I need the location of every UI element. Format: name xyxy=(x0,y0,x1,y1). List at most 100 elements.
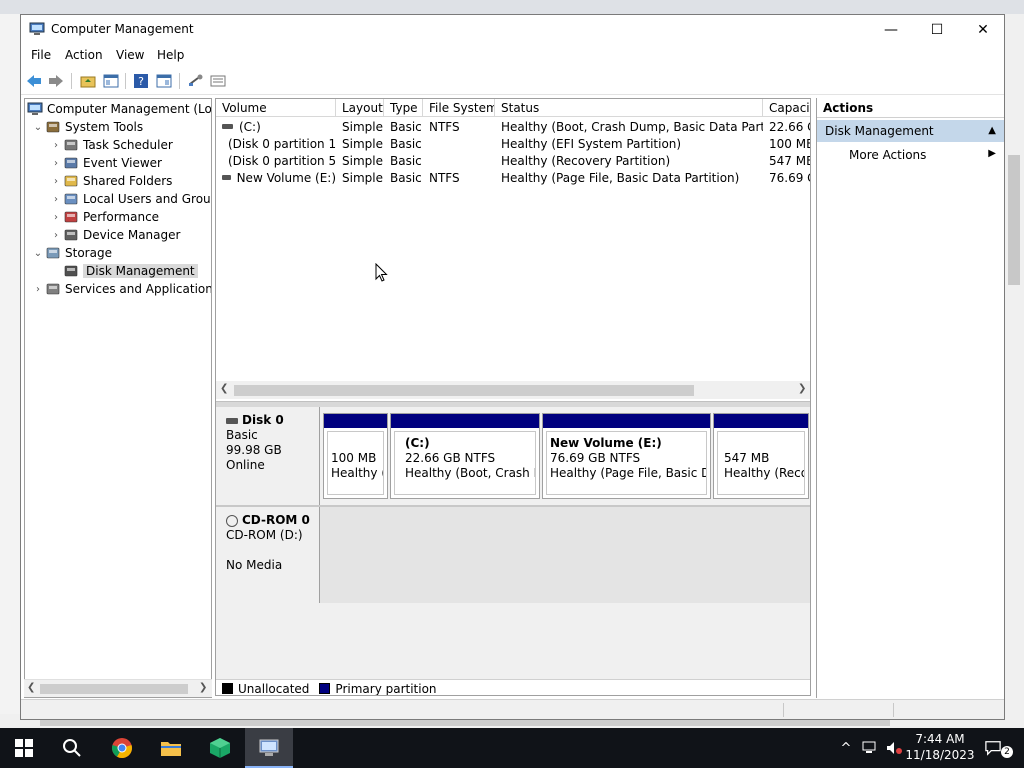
disk-management-pane: Volume Layout Type File System Status Ca… xyxy=(215,98,811,696)
background-scrollbar-thumb[interactable] xyxy=(1008,155,1020,285)
tree-item-event-viewer[interactable]: › Event Viewer xyxy=(49,154,162,172)
search-button[interactable] xyxy=(48,728,96,768)
volume-list-header: Volume Layout Type File System Status Ca… xyxy=(216,99,810,117)
tree-item-local-users-and-groups[interactable]: › Local Users and Groups xyxy=(49,190,211,208)
more-actions-item[interactable]: More Actions ▶ xyxy=(817,146,1004,166)
column-status[interactable]: Status xyxy=(495,99,763,117)
tree-item-label: Services and Applications xyxy=(65,282,212,296)
menu-view[interactable]: View xyxy=(116,48,144,62)
expand-chevron-icon[interactable]: › xyxy=(49,140,63,151)
volume-cell-volume: (C:) xyxy=(216,118,336,135)
expand-chevron-icon[interactable]: › xyxy=(31,284,45,295)
chrome-taskbar-button[interactable] xyxy=(98,728,146,768)
partition-c[interactable]: (C:) 22.66 GB NTFS Healthy (Boot, Crash … xyxy=(390,413,540,499)
cdrom-0-label[interactable]: CD-ROM 0 CD-ROM (D:) No Media xyxy=(216,507,320,603)
connect-button[interactable] xyxy=(187,72,205,90)
expand-chevron-icon[interactable]: › xyxy=(49,230,63,241)
menu-action[interactable]: Action xyxy=(65,48,103,62)
tree-horizontal-scrollbar[interactable]: ❮ ❯ xyxy=(24,679,212,697)
collapse-chevron-icon[interactable]: ⌄ xyxy=(31,248,45,259)
volume-row[interactable]: (Disk 0 partition 5) Simple Basic Healthy (… xyxy=(216,152,810,169)
tree-item-services-and-applications[interactable]: › Services and Applications xyxy=(31,280,212,298)
status-separator xyxy=(893,703,894,717)
column-file-system[interactable]: File System xyxy=(423,99,495,117)
tree-item-performance[interactable]: › Performance xyxy=(49,208,159,226)
console-tree: Computer Management (Local ⌄ System Tools… xyxy=(24,98,212,698)
scroll-left-icon[interactable]: ❮ xyxy=(27,682,35,693)
scroll-left-icon[interactable]: ❮ xyxy=(220,383,228,394)
expand-chevron-icon[interactable]: › xyxy=(49,212,63,223)
volume-list-horizontal-scrollbar[interactable]: ❮ ❯ xyxy=(216,381,810,399)
partition-info: 547 MB Healthy (Recov xyxy=(717,431,805,495)
back-button[interactable] xyxy=(25,72,43,90)
partition-recovery[interactable]: 547 MB Healthy (Recov xyxy=(713,413,809,499)
computer-management-icon xyxy=(29,21,45,37)
volume-cell-capacity: 100 MB xyxy=(763,135,810,152)
computer-management-taskbar-button[interactable] xyxy=(245,728,293,768)
tree-item-system-tools[interactable]: ⌄ System Tools xyxy=(31,118,143,136)
volume-row[interactable]: (Disk 0 partition 1) Simple Basic Healthy (… xyxy=(216,135,810,152)
app-cube-taskbar-button[interactable] xyxy=(196,728,244,768)
disk-0-label[interactable]: Disk 0 Basic 99.98 GB Online xyxy=(216,407,320,505)
expand-chevron-icon[interactable]: › xyxy=(49,194,63,205)
up-folder-button[interactable] xyxy=(79,72,97,90)
forward-button[interactable] xyxy=(47,72,65,90)
close-button[interactable]: ✕ xyxy=(960,15,1006,45)
tree-item-task-scheduler[interactable]: › Task Scheduler xyxy=(49,136,173,154)
actions-section-disk-management[interactable]: Disk Management ▲ xyxy=(817,120,1004,142)
column-capacity[interactable]: Capacit xyxy=(763,99,810,117)
scroll-right-icon[interactable]: ❯ xyxy=(798,383,806,394)
tools-icon xyxy=(45,119,61,135)
file-explorer-taskbar-button[interactable] xyxy=(147,728,195,768)
volume-cell-file-system: NTFS xyxy=(423,169,495,186)
primary-partition-swatch xyxy=(319,683,331,694)
volume-cell-layout: Simple xyxy=(336,118,384,135)
menu-help[interactable]: Help xyxy=(157,48,184,62)
notification-center-icon[interactable] xyxy=(985,740,1001,756)
title-bar[interactable]: Computer Management — ☐ ✕ xyxy=(21,15,1004,45)
tree-item-device-manager[interactable]: › Device Manager xyxy=(49,226,180,244)
network-icon[interactable] xyxy=(862,740,878,756)
column-volume[interactable]: Volume xyxy=(216,99,336,117)
system-clock[interactable]: 7:44 AM 11/18/2023 xyxy=(905,731,975,763)
column-type[interactable]: Type xyxy=(384,99,423,117)
disk-name: Disk 0 xyxy=(242,413,284,427)
volume-row[interactable]: (C:) Simple Basic NTFS Healthy (Boot, Crash … xyxy=(216,118,810,135)
start-button[interactable] xyxy=(0,728,48,768)
disk-state: No Media xyxy=(226,558,283,572)
expand-chevron-icon[interactable]: › xyxy=(49,176,63,187)
volume-row[interactable]: New Volume (E:) Simple Basic NTFS Healthy (P… xyxy=(216,169,810,186)
shared-folder-icon xyxy=(63,173,79,189)
tree-item-disk-management[interactable]: Disk Management xyxy=(49,262,198,280)
volume-list-scroll-thumb[interactable] xyxy=(234,385,694,396)
volume-cell-text: NTFS xyxy=(429,170,460,185)
partition-efi[interactable]: 100 MB Healthy (E xyxy=(323,413,388,499)
volume-muted-icon[interactable] xyxy=(886,740,902,756)
action-pane-icon xyxy=(156,74,172,88)
show-hide-action-pane-button[interactable] xyxy=(155,72,173,90)
more-actions-label: More Actions xyxy=(849,148,927,162)
show-hidden-icons-chevron-icon[interactable]: ^ xyxy=(838,740,854,756)
tree-scroll-thumb[interactable] xyxy=(40,684,188,694)
minimize-button[interactable]: — xyxy=(868,15,914,45)
collapse-arrow-icon[interactable]: ▲ xyxy=(988,125,996,136)
properties-button[interactable] xyxy=(209,72,227,90)
show-hide-console-tree-button[interactable] xyxy=(102,72,120,90)
collapse-chevron-icon[interactable]: ⌄ xyxy=(31,122,45,133)
legend: Unallocated Primary partition xyxy=(216,679,810,695)
tree-item-computer-management[interactable]: Computer Management (Local xyxy=(27,100,211,118)
maximize-button[interactable]: ☐ xyxy=(914,15,960,45)
tree-item-shared-folders[interactable]: › Shared Folders xyxy=(49,172,172,190)
partition-e[interactable]: New Volume (E:) 76.69 GB NTFS Healthy (P… xyxy=(542,413,711,499)
help-button[interactable]: ? xyxy=(132,72,150,90)
status-separator xyxy=(783,703,784,717)
partition-info: New Volume (E:) 76.69 GB NTFS Healthy (P… xyxy=(546,431,707,495)
tree-item-storage[interactable]: ⌄ Storage xyxy=(31,244,112,262)
volume-cell-status: Healthy (EFI System Partition) xyxy=(495,135,763,152)
menu-file[interactable]: File xyxy=(31,48,51,62)
column-layout[interactable]: Layout xyxy=(336,99,384,117)
scroll-right-icon[interactable]: ❯ xyxy=(199,682,207,693)
partition-info: (C:) 22.66 GB NTFS Healthy (Boot, Crash … xyxy=(394,431,536,495)
volume-cell-type: Basic xyxy=(384,118,423,135)
expand-chevron-icon[interactable]: › xyxy=(49,158,63,169)
